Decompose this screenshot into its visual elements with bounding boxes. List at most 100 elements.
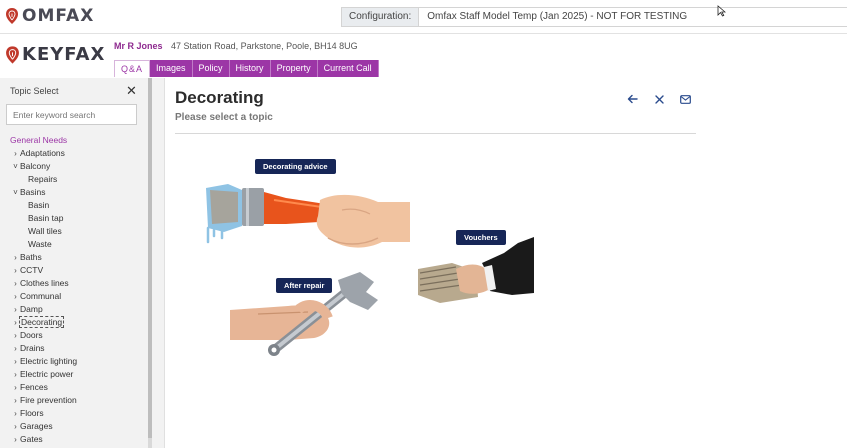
sidebar-item-baths[interactable]: › Baths <box>0 251 150 264</box>
topic-sidebar: Topic Select ✕ General Needs ›Adaptation… <box>0 78 165 448</box>
sidebar-item-garages[interactable]: › Garages <box>0 420 150 433</box>
sidebar-item-label: Gates <box>20 434 43 444</box>
page-subtitle: Please select a topic <box>175 112 273 123</box>
keyfax-brand: KEYFAX <box>22 44 106 65</box>
sidebar-item-label: Fences <box>20 382 48 392</box>
sidebar-item-electric-lighting[interactable]: › Electric lighting <box>0 355 150 368</box>
sidebar-item-label: Waste <box>28 239 52 249</box>
search-input[interactable] <box>6 104 137 125</box>
tab-current-call[interactable]: Current Call <box>317 60 379 77</box>
chevron-right-icon[interactable]: › <box>11 277 20 290</box>
sidebar-item-floors[interactable]: › Floors <box>0 407 150 420</box>
sidebar-item-label: Electric lighting <box>20 356 78 366</box>
cursor-icon <box>717 5 726 17</box>
divider <box>175 133 696 134</box>
sidebar-item-label: Electric power <box>20 369 74 379</box>
configuration-value[interactable]: Omfax Staff Model Temp (Jan 2025) - NOT … <box>419 8 847 26</box>
main-panel: Decorating Please select a topic Decorat… <box>166 78 847 448</box>
top-bar: OMFAX Configuration: Omfax Staff Model T… <box>0 0 847 34</box>
tab-images[interactable]: Images <box>150 60 193 77</box>
sidebar-item-label: Communal <box>20 291 62 301</box>
tab-qa[interactable]: Q&A <box>114 60 151 77</box>
chevron-right-icon[interactable]: › <box>11 329 20 342</box>
sidebar-item-label: Drains <box>20 343 45 353</box>
sidebar-item-label: Garages <box>20 421 53 431</box>
sidebar-item-cctv[interactable]: › CCTV <box>0 264 150 277</box>
decorating-advice-button[interactable]: Decorating advice <box>255 159 336 174</box>
sidebar-item-basin[interactable]: Basin <box>0 199 150 212</box>
sidebar-item-label: Clothes lines <box>20 278 69 288</box>
sidebar-item-waste[interactable]: Waste <box>0 238 150 251</box>
vouchers-button[interactable]: Vouchers <box>456 230 506 245</box>
sidebar-item-basin-tap[interactable]: Basin tap <box>0 212 150 225</box>
sidebar-item-decorating[interactable]: › Decorating <box>0 316 150 329</box>
chevron-right-icon[interactable]: › <box>11 381 20 394</box>
case-header: KEYFAX Mr R Jones 47 Station Road, Parks… <box>0 34 847 78</box>
sidebar-item-label: Floors <box>20 408 44 418</box>
customer-info: Mr R Jones 47 Station Road, Parkstone, P… <box>114 41 358 51</box>
sidebar-item-label: Basin <box>28 200 50 210</box>
chevron-right-icon[interactable]: › <box>11 420 20 433</box>
omfax-brand: OMFAX <box>22 6 95 26</box>
chevron-right-icon[interactable]: › <box>11 303 20 316</box>
chevron-right-icon[interactable]: › <box>11 355 20 368</box>
chevron-right-icon[interactable]: › <box>11 264 20 277</box>
customer-address: 47 Station Road, Parkstone, Poole, BH14 … <box>171 41 358 51</box>
sidebar-item-wall-tiles[interactable]: Wall tiles <box>0 225 150 238</box>
sidebar-item-label: Basins <box>20 187 46 197</box>
sidebar-item-label: Baths <box>20 252 42 262</box>
close-button[interactable] <box>652 92 666 106</box>
sidebar-title: Topic Select <box>10 86 59 96</box>
topic-tree: General Needs › Adaptations ˅ Balcony Repair… <box>0 134 150 446</box>
chevron-right-icon[interactable]: › <box>11 147 20 160</box>
tab-policy[interactable]: Policy <box>192 60 230 77</box>
chevron-right-icon[interactable]: › <box>11 251 20 264</box>
chevron-down-icon[interactable]: ˅ <box>11 160 20 173</box>
tab-property[interactable]: Property <box>270 60 318 77</box>
close-icon[interactable]: ✕ <box>126 84 137 97</box>
sidebar-item-label: CCTV <box>20 265 44 275</box>
chevron-right-icon[interactable]: › <box>11 368 20 381</box>
sidebar-item-label: Repairs <box>28 174 58 184</box>
omfax-logo: OMFAX <box>5 6 94 26</box>
chevron-right-icon[interactable]: › <box>11 290 20 303</box>
fingerprint-icon <box>6 45 19 64</box>
sidebar-item-doors[interactable]: › Doors <box>0 329 150 342</box>
close-icon <box>654 94 664 104</box>
chevron-right-icon[interactable]: › <box>11 407 20 420</box>
sidebar-item-drains[interactable]: › Drains <box>0 342 150 355</box>
chevron-right-icon[interactable]: › <box>11 316 20 329</box>
keyfax-logo: KEYFAX <box>5 44 105 65</box>
sidebar-item-electric-power[interactable]: › Electric power <box>0 368 150 381</box>
configuration-label: Configuration: <box>342 8 420 26</box>
sidebar-item-basins[interactable]: ˅ Basins <box>0 186 150 199</box>
tab-bar: Q&A Images Policy History Property Curre… <box>114 60 379 77</box>
chevron-right-icon[interactable]: › <box>11 394 20 407</box>
sidebar-item-fences[interactable]: › Fences <box>0 381 150 394</box>
sidebar-item-adaptations[interactable]: › Adaptations <box>0 147 150 160</box>
sidebar-item-gates[interactable]: › Gates <box>0 433 150 446</box>
back-arrow-icon <box>627 94 638 104</box>
chevron-down-icon[interactable]: ˅ <box>11 186 20 199</box>
tree-root[interactable]: General Needs <box>0 134 150 147</box>
sidebar-item-clothes-lines[interactable]: › Clothes lines <box>0 277 150 290</box>
email-button[interactable] <box>678 92 692 106</box>
sidebar-item-fire-prevention[interactable]: › Fire prevention <box>0 394 150 407</box>
sidebar-item-label: Damp <box>20 304 43 314</box>
scrollbar-thumb[interactable] <box>148 78 152 438</box>
tab-history[interactable]: History <box>229 60 271 77</box>
sidebar-item-damp[interactable]: › Damp <box>0 303 150 316</box>
sidebar-item-label: Basin tap <box>28 213 64 223</box>
sidebar-item-repairs[interactable]: Repairs <box>0 173 150 186</box>
sidebar-item-balcony[interactable]: ˅ Balcony <box>0 160 150 173</box>
sidebar-item-label: Decorating <box>18 316 65 328</box>
back-button[interactable] <box>625 92 639 106</box>
customer-name: Mr R Jones <box>114 41 163 51</box>
after-repair-button[interactable]: After repair <box>276 278 333 293</box>
configuration-select[interactable]: Configuration: Omfax Staff Model Temp (J… <box>341 7 847 27</box>
vouchers-image[interactable] <box>416 233 536 313</box>
paintbrush-image[interactable] <box>202 180 412 260</box>
chevron-right-icon[interactable]: › <box>11 342 20 355</box>
sidebar-item-communal[interactable]: › Communal <box>0 290 150 303</box>
chevron-right-icon[interactable]: › <box>11 433 20 446</box>
